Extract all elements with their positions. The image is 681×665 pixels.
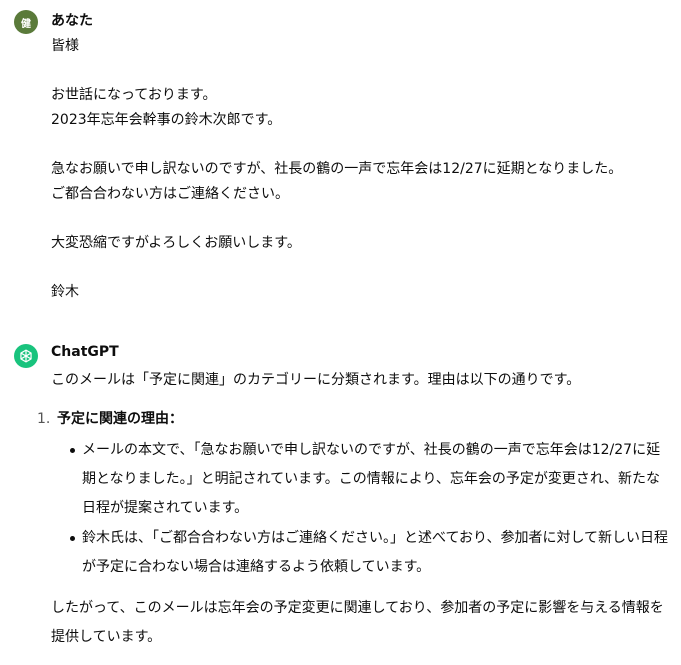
assistant-message-body: このメールは「予定に関連」のカテゴリーに分類されます。理由は以下の通りです。 1… bbox=[37, 368, 669, 652]
bullet-list: メールの本文で、「急なお願いで申し訳ないのですが、社長の鶴の一声で忘年会は12/… bbox=[70, 436, 669, 582]
user-avatar: 健 bbox=[14, 10, 38, 34]
bullet-text: 鈴木氏は、「ご都合合わない方はご連絡ください。」と述べており、参加者に対して新し… bbox=[82, 530, 669, 575]
openai-logo-icon bbox=[14, 344, 38, 368]
bullet-item: 鈴木氏は、「ご都合合わない方はご連絡ください。」と述べており、参加者に対して新し… bbox=[70, 524, 669, 582]
list-item: 1. 予定に関連の理由： メールの本文で、「急なお願いで申し訳ないのですが、社長… bbox=[37, 407, 669, 582]
bullet-text: メールの本文で、「急なお願いで申し訳ないのですが、社長の鶴の一声で忘年会は12/… bbox=[82, 442, 661, 516]
user-author-name: あなた bbox=[51, 13, 93, 29]
user-message-body: 皆様 お世話になっております。 2023年忘年会幹事の鈴木次郎です。 急なお願い… bbox=[51, 34, 669, 305]
list-item-title: 予定に関連の理由： bbox=[57, 411, 183, 427]
message-line: ご都合合わない方はご連絡ください。 bbox=[51, 185, 289, 202]
message-line: 鈴木 bbox=[51, 283, 79, 300]
bullet-dot-icon bbox=[70, 536, 75, 541]
message-line: 皆様 bbox=[51, 38, 79, 54]
message-line: 2023年忘年会幹事の鈴木次郎です。 bbox=[51, 111, 282, 128]
message-line: 急なお願いで申し訳ないのですが、社長の鶴の一声で忘年会は12/27に延期となりま… bbox=[51, 160, 623, 177]
message-line: 大変恐縮ですがよろしくお願いします。 bbox=[51, 234, 301, 251]
assistant-author-name: ChatGPT bbox=[51, 344, 119, 360]
list-number: 1. bbox=[37, 411, 51, 427]
assistant-intro: このメールは「予定に関連」のカテゴリーに分類されます。理由は以下の通りです。 bbox=[51, 372, 581, 388]
message-line: お世話になっております。 bbox=[51, 87, 217, 104]
bullet-dot-icon bbox=[70, 448, 75, 453]
assistant-conclusion: したがって、このメールは忘年会の予定変更に関連しており、参加者の予定に影響を与え… bbox=[51, 600, 664, 645]
bullet-item: メールの本文で、「急なお願いで申し訳ないのですが、社長の鶴の一声で忘年会は12/… bbox=[70, 436, 669, 523]
